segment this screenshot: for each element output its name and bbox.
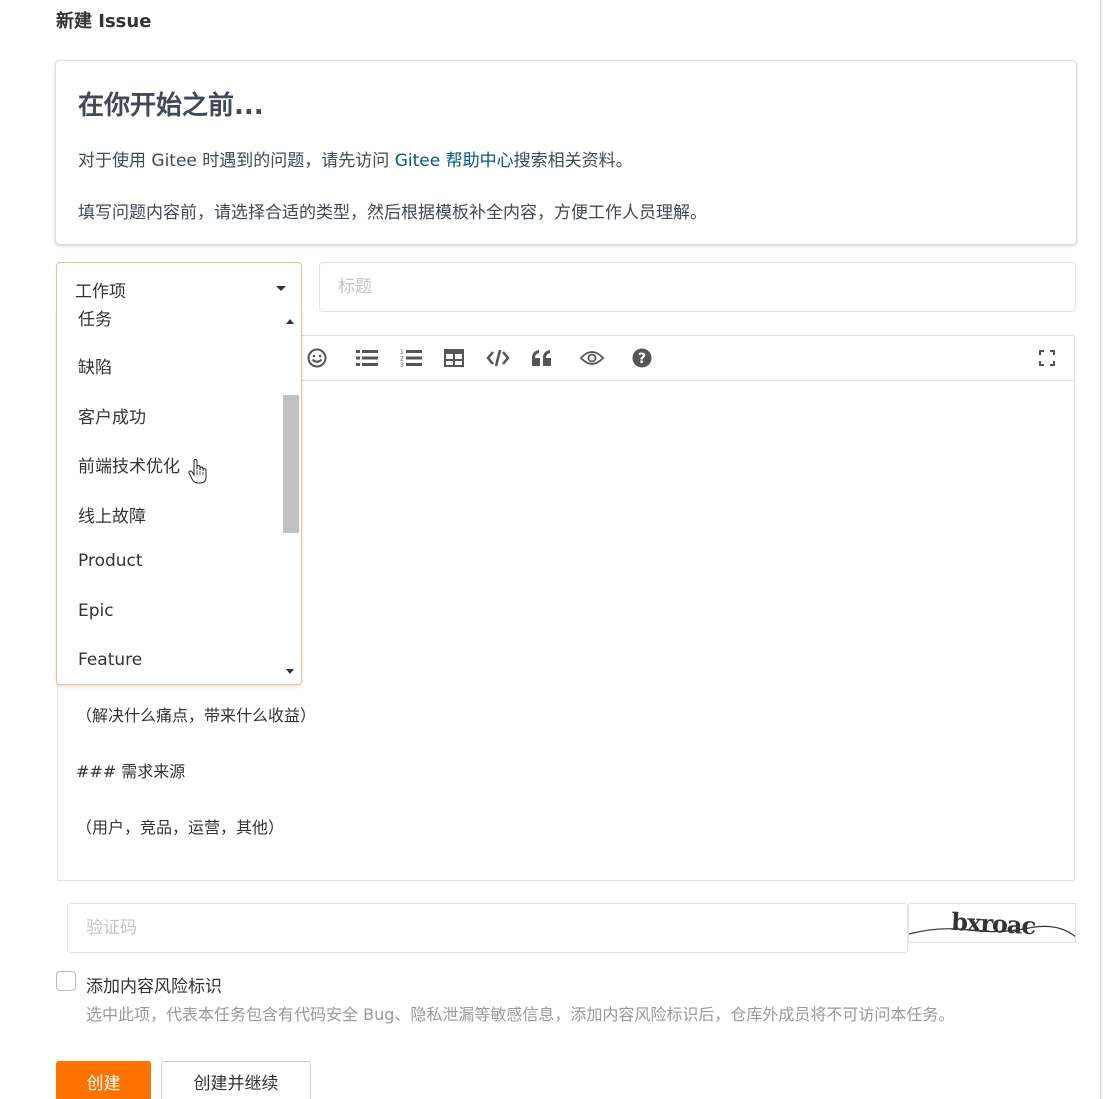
hand-pointer-icon	[188, 458, 208, 489]
editor-line: （用户，竞品，运营，其他）	[76, 818, 285, 837]
emoji-icon[interactable]	[305, 346, 329, 370]
notice-box: 在你开始之前... 对于使用 Gitee 时遇到的问题，请先访问 Gitee 帮…	[55, 60, 1077, 245]
chevron-down-icon	[276, 286, 286, 291]
dropdown-option-hovered[interactable]: 前端技术优化	[78, 452, 180, 477]
captcha-text: bxroac	[951, 907, 1037, 940]
svg-text:3: 3	[400, 362, 404, 367]
dropdown-option[interactable]: Product	[78, 551, 143, 571]
ordered-list-icon[interactable]: 123	[399, 346, 423, 370]
preview-icon[interactable]	[580, 346, 604, 370]
dropdown-option[interactable]: 缺陷	[78, 353, 112, 378]
svg-text:?: ?	[638, 351, 646, 367]
risk-flag-description: 选中此项，代表本任务包含有代码安全 Bug、隐私泄漏等敏感信息，添加内容风险标识…	[86, 1005, 955, 1024]
help-icon[interactable]: ?	[630, 346, 654, 370]
notice-line1: 对于使用 Gitee 时遇到的问题，请先访问 Gitee 帮助中心搜索相关资料。	[78, 146, 633, 171]
dropdown-option[interactable]: 任务	[78, 308, 112, 330]
dropdown-option[interactable]: 客户成功	[78, 403, 146, 428]
create-button[interactable]: 创建	[56, 1061, 151, 1099]
fullscreen-icon[interactable]	[1035, 346, 1059, 370]
scrollbar-thumb[interactable]	[283, 395, 299, 533]
risk-flag-checkbox[interactable]	[56, 971, 76, 991]
help-center-link[interactable]: Gitee 帮助中心	[395, 151, 514, 171]
create-and-continue-button[interactable]: 创建并继续	[161, 1061, 311, 1099]
risk-flag-label[interactable]: 添加内容风险标识	[86, 972, 222, 997]
dropdown-option[interactable]: Epic	[78, 601, 114, 621]
page-title: 新建 Issue	[56, 11, 152, 32]
dropdown-option[interactable]: 线上故障	[78, 502, 146, 527]
notice-line1-suffix: 搜索相关资料。	[513, 151, 633, 171]
table-icon[interactable]	[442, 346, 466, 370]
notice-line2: 填写问题内容前，请选择合适的类型，然后根据模板补全内容，方便工作人员理解。	[78, 203, 707, 223]
code-icon[interactable]	[486, 346, 510, 370]
title-input[interactable]	[319, 262, 1076, 312]
issue-type-dropdown[interactable]: 任务 缺陷 客户成功 前端技术优化 线上故障 Product Epic Feat…	[56, 308, 302, 685]
issue-type-selected: 工作项	[75, 282, 126, 302]
captcha-image[interactable]: bxroac	[908, 903, 1076, 943]
unordered-list-icon[interactable]	[355, 346, 379, 370]
scroll-up-arrow-icon[interactable]	[286, 319, 294, 324]
captcha-input[interactable]	[67, 903, 908, 953]
editor-line: ### 需求来源	[76, 762, 186, 781]
dropdown-option[interactable]: Feature	[78, 650, 142, 670]
scroll-down-arrow-icon[interactable]	[286, 669, 294, 674]
notice-line1-prefix: 对于使用 Gitee 时遇到的问题，请先访问	[78, 151, 395, 171]
editor-line: （解决什么痛点，带来什么收益）	[76, 706, 317, 725]
quote-icon[interactable]	[530, 346, 554, 370]
issue-type-select[interactable]: 工作项	[56, 262, 302, 312]
notice-heading: 在你开始之前...	[78, 91, 264, 121]
